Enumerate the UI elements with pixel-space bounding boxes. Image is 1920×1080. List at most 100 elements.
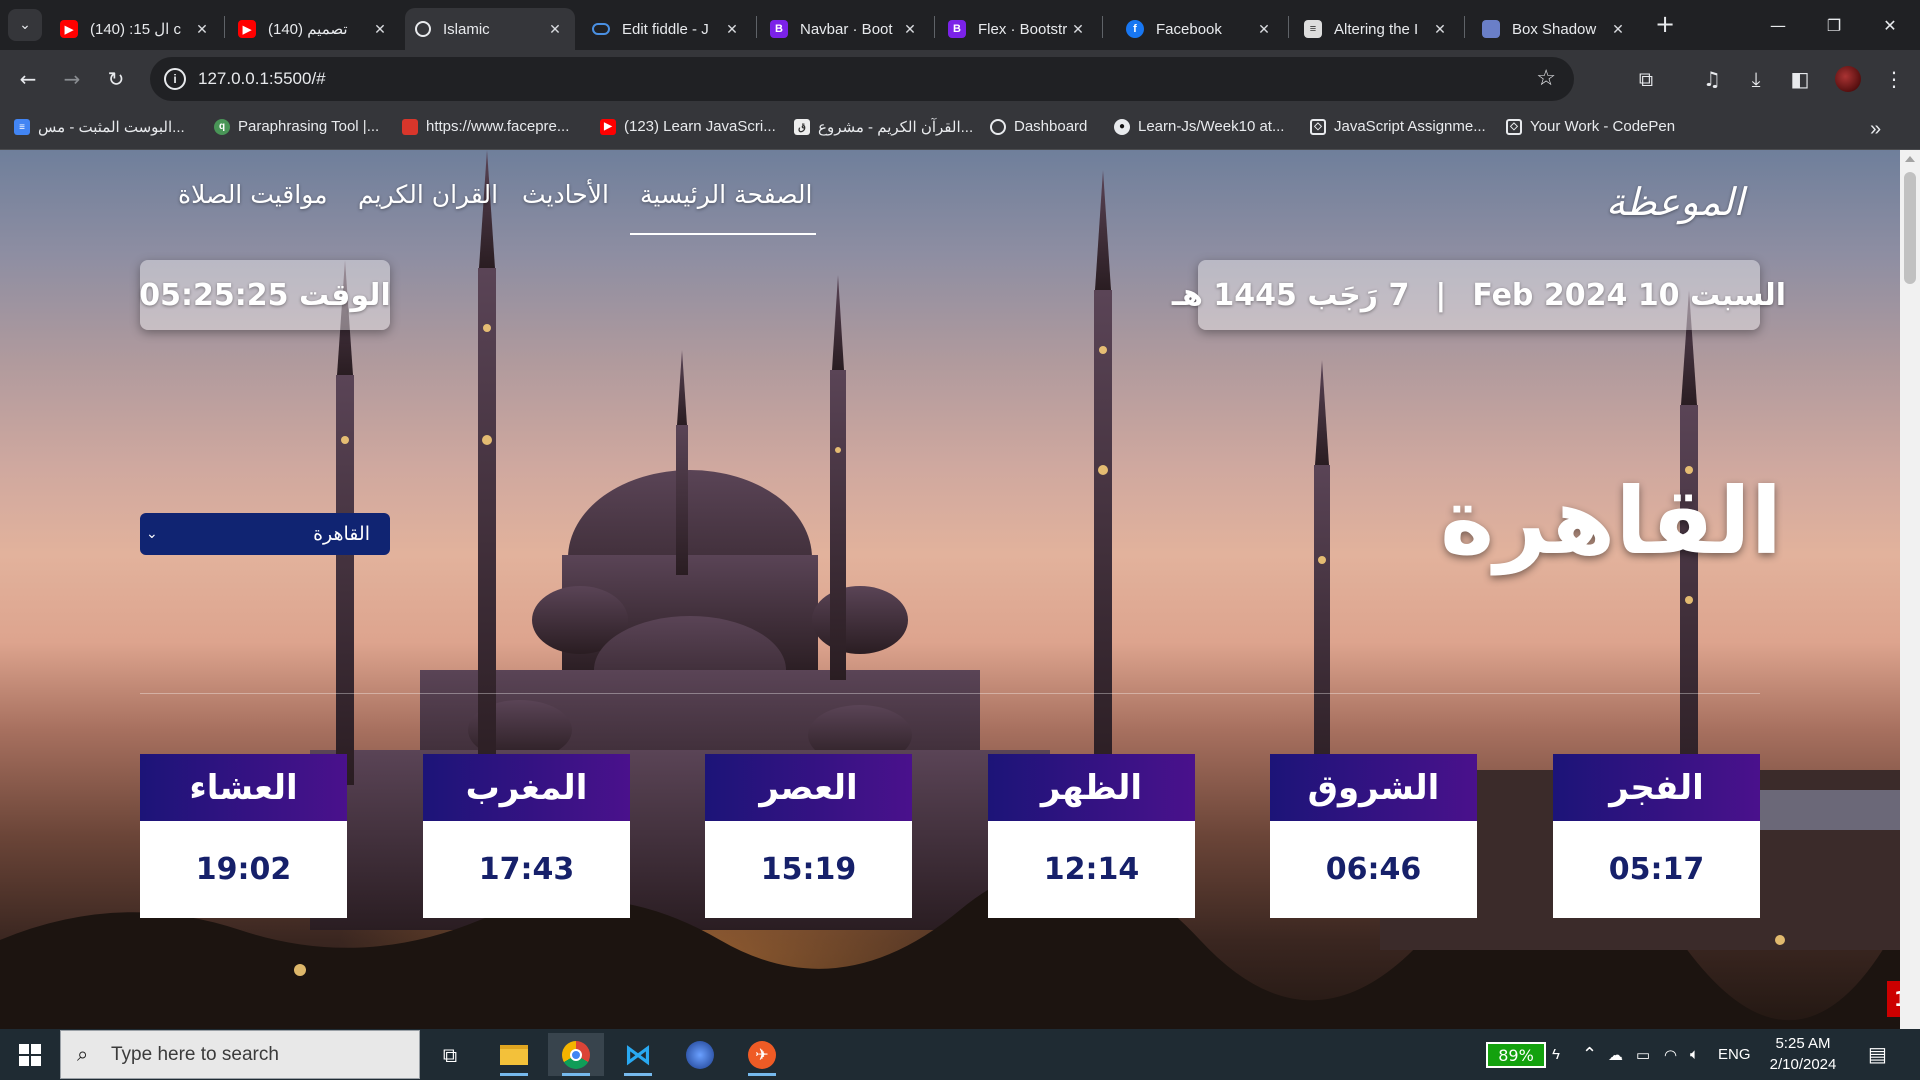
tab-box-shadow[interactable]: Box Shadow ✕ xyxy=(1472,8,1638,50)
current-time: الوقت 05:25:25 xyxy=(139,277,391,313)
quillbot-icon: q xyxy=(214,118,230,135)
forward-button[interactable]: → xyxy=(54,61,90,97)
vscode-button[interactable]: ⋈ xyxy=(610,1033,666,1076)
tab-title: (140) :15 ال c xyxy=(90,21,181,38)
double-chevron-right-icon: » xyxy=(1870,118,1882,140)
prayer-time: 15:19 xyxy=(705,821,912,918)
tab-navbar-bootstrap[interactable]: B Navbar · Boot ✕ xyxy=(760,8,930,50)
power-icon[interactable]: ϟ xyxy=(1552,1029,1560,1080)
profile-avatar[interactable] xyxy=(1830,61,1866,97)
jsfiddle-icon xyxy=(592,23,610,35)
side-panel-button[interactable]: ◧ xyxy=(1782,61,1818,97)
new-tab-button[interactable]: + xyxy=(1650,10,1680,40)
bookmark-item[interactable]: ◇ Your Work - CodePen xyxy=(1506,118,1675,135)
nav-link-prayer-times[interactable]: مواقيت الصلاة xyxy=(178,180,328,209)
globe-icon xyxy=(415,21,431,37)
close-icon[interactable]: ✕ xyxy=(545,21,565,38)
nav-link-quran[interactable]: القران الكريم xyxy=(358,180,498,209)
close-icon[interactable]: ✕ xyxy=(192,21,212,38)
nav-link-home[interactable]: الصفحة الرئيسية xyxy=(640,180,813,209)
bookmark-label: Learn-Js/Week10 at... xyxy=(1138,118,1285,135)
close-icon[interactable]: ✕ xyxy=(1254,21,1274,38)
bookmark-item[interactable]: ق القرآن الكريم - مشروع... xyxy=(794,118,973,136)
bookmark-star-icon[interactable]: ☆ xyxy=(1536,65,1556,91)
notifications-icon[interactable]: ▤ xyxy=(1868,1029,1887,1080)
close-icon[interactable]: ✕ xyxy=(722,21,742,38)
bookmark-item[interactable]: https://www.facepre... xyxy=(402,118,569,135)
tab-flex-bootstrap[interactable]: B Flex · Bootstr ✕ xyxy=(938,8,1098,50)
tab-youtube-2[interactable]: ▶ (140) تصميم ✕ xyxy=(228,8,400,50)
minimize-button[interactable]: — xyxy=(1750,0,1806,50)
arrow-left-icon: ← xyxy=(19,67,37,91)
system-clock[interactable]: 5:25 AM 2/10/2024 xyxy=(1758,1033,1848,1077)
prayer-card-isha: العشاء 19:02 xyxy=(140,754,347,918)
clock-time: 5:25 AM xyxy=(1775,1035,1831,1052)
more-bookmarks-button[interactable]: » xyxy=(1870,118,1881,141)
close-icon[interactable]: ✕ xyxy=(1068,21,1088,38)
taskbar-search[interactable]: ⌕ Type here to search xyxy=(60,1030,420,1079)
close-window-button[interactable]: ✕ xyxy=(1862,0,1918,50)
restore-button[interactable]: ❐ xyxy=(1806,0,1862,50)
wifi-icon[interactable]: ◠ xyxy=(1664,1029,1677,1080)
battery-indicator[interactable]: 89% xyxy=(1486,1042,1546,1068)
tab-search-button[interactable]: ⌄ xyxy=(8,9,42,41)
corner-badge[interactable]: 1 xyxy=(1887,981,1900,1017)
city-select[interactable]: ⌄ القاهرة xyxy=(140,513,390,555)
media-icon: ♫ xyxy=(1703,67,1721,91)
close-icon[interactable]: ✕ xyxy=(1430,21,1450,38)
bookmark-label: Dashboard xyxy=(1014,118,1088,135)
chrome-taskbar-button[interactable] xyxy=(548,1033,604,1076)
tab-altering[interactable]: ≡ Altering the I ✕ xyxy=(1294,8,1460,50)
bookmark-label: Your Work - CodePen xyxy=(1530,118,1676,135)
bookmark-item[interactable]: ▶ (123) Learn JavaScri... xyxy=(600,118,776,135)
scrollbar-thumb[interactable] xyxy=(1904,172,1916,284)
reload-button[interactable]: ↻ xyxy=(98,61,134,97)
globe-icon xyxy=(990,118,1006,135)
tab-strip: ⌄ ▶ (140) :15 ال c ✕ ▶ (140) تصميم ✕ Isl… xyxy=(0,0,1920,50)
bookmark-item[interactable]: ● Learn-Js/Week10 at... xyxy=(1114,118,1284,135)
info-icon[interactable]: i xyxy=(164,68,186,90)
close-icon[interactable]: ✕ xyxy=(370,21,390,38)
prayer-card-fajr: الفجر 05:17 xyxy=(1553,754,1760,918)
scroll-up-arrow-icon[interactable] xyxy=(1905,156,1915,162)
nav-link-hadith[interactable]: الأحاديث xyxy=(522,180,609,209)
prayer-name: الفجر xyxy=(1553,754,1760,821)
codepen-icon: ◇ xyxy=(1506,118,1522,135)
bookmark-item[interactable]: Dashboard xyxy=(990,118,1087,135)
chevron-down-icon: ⌄ xyxy=(19,17,31,33)
folder-icon xyxy=(500,1044,528,1065)
language-indicator[interactable]: ENG xyxy=(1718,1029,1751,1080)
address-bar[interactable]: i 127.0.0.1:5500/# ☆ xyxy=(150,57,1574,101)
menu-button[interactable]: ⋮ xyxy=(1876,61,1912,97)
tab-facebook[interactable]: f Facebook ✕ xyxy=(1116,8,1284,50)
close-icon[interactable]: ✕ xyxy=(900,21,920,38)
bookmark-item[interactable]: ≡ البوست المثبت - مس... xyxy=(14,118,185,136)
site-logo[interactable]: الموعظة xyxy=(1606,172,1744,240)
search-icon: ⌕ xyxy=(77,1044,89,1066)
volume-icon[interactable]: 🔈︎ xyxy=(1690,1029,1699,1080)
file-explorer-button[interactable] xyxy=(486,1033,542,1076)
downloads-button[interactable]: ⤓ xyxy=(1738,61,1774,97)
onedrive-icon[interactable]: ☁ xyxy=(1608,1029,1623,1080)
page-scrollbar[interactable] xyxy=(1900,150,1920,1029)
battery-icon[interactable]: ▭ xyxy=(1636,1029,1650,1080)
back-button[interactable]: ← xyxy=(10,61,46,97)
tray-chevron-up-icon[interactable]: ⌃ xyxy=(1582,1029,1597,1080)
extensions-button[interactable]: ⧉ xyxy=(1628,61,1664,97)
bookmark-item[interactable]: ◇ JavaScript Assignme... xyxy=(1310,118,1486,135)
postman-button[interactable]: ✈ xyxy=(734,1033,790,1076)
codepen-icon: ◇ xyxy=(1310,118,1326,135)
tab-jsfiddle[interactable]: Edit fiddle - J ✕ xyxy=(582,8,752,50)
task-view-button[interactable]: ⧉ xyxy=(422,1033,478,1076)
start-button[interactable] xyxy=(0,1029,60,1080)
task-view-icon: ⧉ xyxy=(442,1042,458,1067)
arrow-right-icon: → xyxy=(63,67,81,91)
bookmark-item[interactable]: q Paraphrasing Tool |... xyxy=(214,118,379,135)
prayer-name: الظهر xyxy=(988,754,1195,821)
close-icon[interactable]: ✕ xyxy=(1608,21,1628,38)
tab-youtube-1[interactable]: ▶ (140) :15 ال c ✕ xyxy=(50,8,222,50)
folder-icon xyxy=(1482,20,1500,38)
app-button[interactable] xyxy=(672,1033,728,1076)
media-button[interactable]: ♫ xyxy=(1694,61,1730,97)
tab-islamic[interactable]: Islamic ✕ xyxy=(405,8,575,50)
